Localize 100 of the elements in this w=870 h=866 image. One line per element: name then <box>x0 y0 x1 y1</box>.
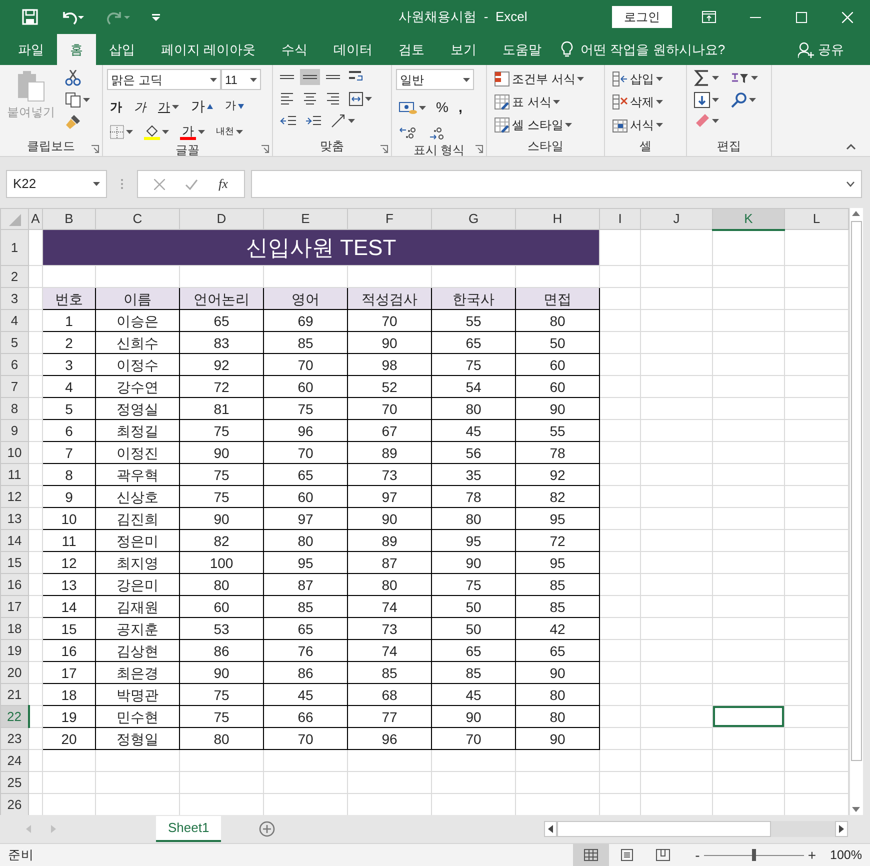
fill-color-button[interactable] <box>141 123 172 141</box>
row-header[interactable]: 3 <box>0 288 28 310</box>
column-header[interactable]: G <box>432 208 516 230</box>
phonetic-button[interactable]: 내천 <box>213 124 246 140</box>
font-color-button[interactable]: 가 <box>177 124 208 140</box>
ribbon-tab[interactable]: 홈 <box>57 34 96 65</box>
table-cell: 김진희 <box>96 508 180 530</box>
column-header[interactable]: K <box>712 208 784 230</box>
row-header[interactable]: 14 <box>0 530 28 552</box>
middle-align-button[interactable] <box>300 69 320 85</box>
font-size-dropdown[interactable]: 11 <box>221 69 261 90</box>
merge-button[interactable] <box>346 91 375 107</box>
ribbon-tab[interactable]: 도움말 <box>490 34 555 65</box>
row-header[interactable]: 16 <box>0 574 28 596</box>
tell-me-field[interactable]: 어떤 작업을 원하시나요? <box>578 38 769 60</box>
column-header[interactable]: C <box>96 208 180 230</box>
column-header[interactable]: D <box>180 208 264 230</box>
row-header[interactable]: 6 <box>0 354 28 376</box>
dialog-launcher[interactable] <box>380 145 388 153</box>
underline-button[interactable]: 가 <box>155 96 182 116</box>
number-format-dropdown[interactable]: 일반 <box>396 69 474 90</box>
zoom-slider-thumb[interactable] <box>752 849 756 861</box>
format-button[interactable]: 서식 <box>609 115 666 135</box>
font-name-dropdown[interactable]: 맑은 고딕 <box>107 69 221 90</box>
comma-button[interactable]: , <box>455 96 466 119</box>
row-header[interactable]: 10 <box>0 442 28 464</box>
zoom-in-button[interactable]: + <box>804 844 820 866</box>
insert-button[interactable]: 삽입 <box>609 69 666 89</box>
row-header[interactable]: 15 <box>0 552 28 574</box>
autosum-button[interactable] <box>691 69 722 87</box>
scroll-left-button[interactable] <box>544 821 557 837</box>
percent-button[interactable]: % <box>433 96 452 119</box>
formula-field[interactable] <box>251 170 862 198</box>
dialog-launcher[interactable] <box>261 145 269 153</box>
row-header[interactable]: 11 <box>0 464 28 486</box>
column-header[interactable]: B <box>42 208 96 230</box>
row-header[interactable]: 18 <box>0 618 28 640</box>
delete-button[interactable]: 삭제 <box>609 92 666 112</box>
row-header[interactable]: 21 <box>0 684 28 706</box>
bold-button[interactable]: 가 <box>107 96 125 116</box>
column-header[interactable]: I <box>600 208 640 230</box>
ribbon-tab[interactable]: 데이터 <box>320 34 386 65</box>
row-header[interactable]: 24 <box>0 750 28 772</box>
row-header[interactable]: 2 <box>0 266 28 288</box>
fill-button[interactable] <box>691 91 722 109</box>
ribbon-tab[interactable]: 수식 <box>268 34 321 65</box>
row-header[interactable]: 9 <box>0 420 28 442</box>
dialog-launcher[interactable] <box>91 145 99 153</box>
row-header[interactable]: 26 <box>0 794 28 815</box>
column-header[interactable]: E <box>264 208 348 230</box>
login-button[interactable]: 로그인 <box>612 6 672 28</box>
row-header[interactable]: 17 <box>0 596 28 618</box>
scrollbar-thumb[interactable] <box>851 221 862 761</box>
row-header[interactable]: 13 <box>0 508 28 530</box>
row-header[interactable]: 23 <box>0 728 28 750</box>
row-header[interactable]: 20 <box>0 662 28 684</box>
column-header[interactable]: F <box>348 208 432 230</box>
sheet-title: 신입사원 TEST <box>42 230 600 266</box>
dialog-launcher[interactable] <box>475 145 483 153</box>
zoom-out-button[interactable]: - <box>691 844 704 866</box>
sheet-tab[interactable]: Sheet1 <box>156 816 222 842</box>
format-as-table-button[interactable]: 표 서식 <box>491 92 588 112</box>
borders-button[interactable] <box>107 124 136 140</box>
column-header[interactable]: J <box>640 208 712 230</box>
insert-function-button[interactable]: fx <box>214 174 232 194</box>
currency-button[interactable] <box>396 100 429 116</box>
caret-icon <box>250 78 257 82</box>
cell-styles-button[interactable]: 셀 스타일 <box>491 115 588 135</box>
column-header[interactable]: L <box>784 208 848 230</box>
ribbon-tab[interactable]: 보기 <box>438 34 490 65</box>
column-header[interactable]: A <box>28 208 42 230</box>
zoom-slider[interactable] <box>704 849 804 861</box>
caret-icon <box>162 130 169 134</box>
active-cell-cursor[interactable] <box>712 706 784 728</box>
row-header[interactable]: 4 <box>0 310 28 332</box>
share-button[interactable]: 공유 <box>794 40 848 60</box>
row-header[interactable]: 12 <box>0 486 28 508</box>
align-right-icon <box>326 92 340 106</box>
row-header[interactable]: 5 <box>0 332 28 354</box>
ribbon-tab[interactable]: 파일 <box>5 34 57 65</box>
row-header[interactable]: 7 <box>0 376 28 398</box>
normal-view-button[interactable] <box>573 844 610 866</box>
scroll-right-button[interactable] <box>835 821 848 837</box>
ribbon-tab[interactable]: 검토 <box>386 34 438 65</box>
ribbon-tab[interactable]: 페이지 레이아웃 <box>148 34 269 65</box>
name-box[interactable]: K22 <box>6 170 107 198</box>
row-header[interactable]: 25 <box>0 772 28 794</box>
ribbon-tab[interactable]: 삽입 <box>96 34 148 65</box>
decrease-font-button[interactable]: 가 <box>222 97 247 116</box>
table-cell: 90 <box>180 442 264 464</box>
row-header[interactable]: 8 <box>0 398 28 420</box>
row-header[interactable]: 22 <box>0 706 28 728</box>
conditional-formatting-button[interactable]: 조건부 서식 <box>491 69 588 89</box>
row-header[interactable]: 1 <box>0 230 28 266</box>
group-label: 편집 <box>717 139 741 153</box>
column-header[interactable]: H <box>516 208 600 230</box>
row-header[interactable]: 19 <box>0 640 28 662</box>
italic-button[interactable]: 가 <box>131 96 149 116</box>
horizontal-scrollbar-thumb[interactable] <box>557 821 771 837</box>
increase-font-button[interactable]: 가 <box>188 95 216 118</box>
